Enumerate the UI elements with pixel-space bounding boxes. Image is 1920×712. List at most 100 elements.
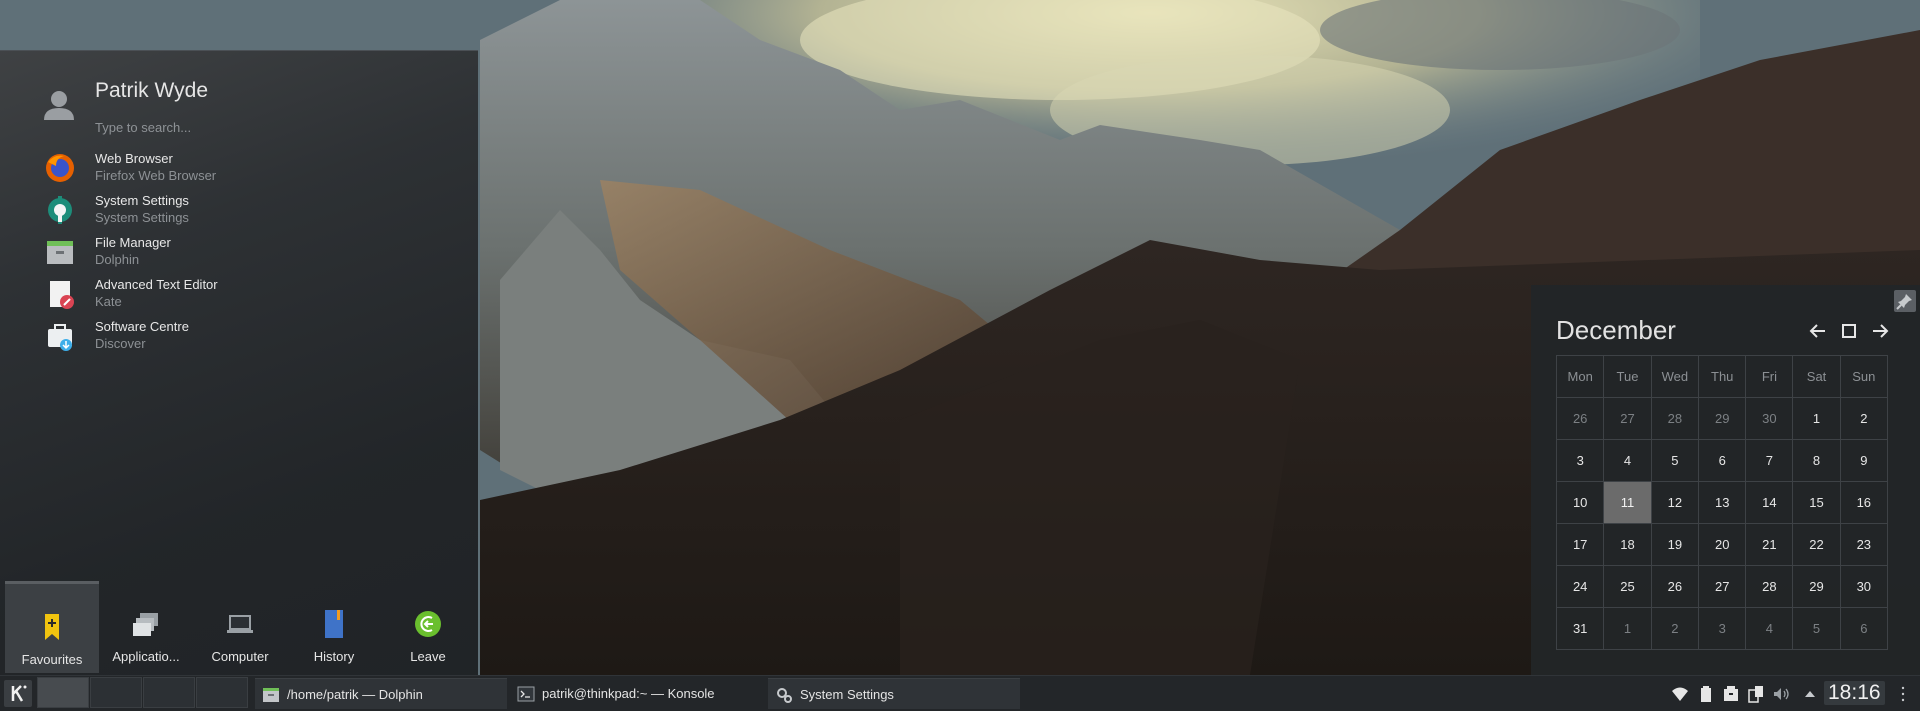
konsole-icon [517, 686, 535, 702]
task-label: patrik@thinkpad:~ — Konsole [542, 686, 715, 701]
calendar-day[interactable]: 6 [1698, 439, 1747, 482]
calendar-day[interactable]: 18 [1603, 523, 1652, 566]
device-notifier-icon[interactable] [1722, 685, 1740, 703]
task-system-settings[interactable]: System Settings [768, 678, 1020, 709]
favourite-text-editor[interactable]: Advanced Text Editor Kate [40, 274, 440, 314]
tab-favourites[interactable]: Favourites [5, 581, 99, 673]
calendar-day[interactable]: 26 [1650, 565, 1700, 608]
next-month-button[interactable] [1869, 320, 1891, 342]
calendar-day[interactable]: 3 [1698, 607, 1747, 650]
calendar-day[interactable]: 1 [1792, 397, 1841, 440]
calendar-day[interactable]: 4 [1603, 439, 1652, 482]
digital-clock[interactable]: 18:16 [1824, 681, 1885, 705]
dolphin-icon [263, 688, 279, 702]
calendar-day[interactable]: 5 [1650, 439, 1700, 482]
calendar-day[interactable]: 20 [1698, 523, 1747, 566]
task-dolphin[interactable]: /home/patrik — Dolphin [255, 678, 507, 709]
calendar-day[interactable]: 7 [1745, 439, 1794, 482]
virtual-desktop-3[interactable] [143, 677, 195, 708]
calendar-day[interactable]: 14 [1745, 481, 1794, 524]
user-avatar-icon[interactable] [40, 86, 78, 124]
tab-computer[interactable]: Computer [193, 581, 287, 673]
calendar-day[interactable]: 3 [1555, 439, 1605, 482]
bookmark-icon [45, 614, 59, 640]
calendar-day[interactable]: 30 [1745, 397, 1794, 440]
weekday-label: Thu [1698, 355, 1747, 398]
calendar-day[interactable]: 29 [1698, 397, 1747, 440]
favourite-subtitle: Firefox Web Browser [95, 168, 217, 183]
leave-icon [415, 611, 441, 637]
week-row: 24 25 26 27 28 29 30 [1555, 565, 1889, 608]
weekday-label: Tue [1603, 355, 1652, 398]
virtual-desktop-4[interactable] [196, 677, 248, 708]
tab-leave[interactable]: Leave [381, 581, 475, 673]
calendar-day[interactable]: 9 [1839, 439, 1889, 482]
wifi-icon[interactable] [1671, 685, 1689, 703]
calendar-day[interactable]: 28 [1650, 397, 1700, 440]
calendar-day[interactable]: 27 [1698, 565, 1747, 608]
calendar-day[interactable]: 10 [1555, 481, 1605, 524]
virtual-desktop-1[interactable] [37, 677, 89, 708]
kdeconnect-icon[interactable] [1747, 685, 1765, 703]
calendar-day[interactable]: 27 [1603, 397, 1652, 440]
panel-options-icon[interactable] [1900, 686, 1906, 702]
calendar-day[interactable]: 15 [1792, 481, 1841, 524]
settings-icon [777, 688, 792, 703]
favourite-subtitle: System Settings [95, 210, 189, 225]
tab-label: History [313, 649, 355, 664]
calendar-popup: December Mon Tue Wed Thu Fri Sat Sun 26 … [1531, 285, 1920, 675]
calendar-day[interactable]: 2 [1839, 397, 1889, 440]
calendar-grid: Mon Tue Wed Thu Fri Sat Sun 26 27 28 29 … [1555, 355, 1889, 650]
favourite-file-manager[interactable]: File Manager Dolphin [40, 232, 440, 272]
calendar-day[interactable]: 13 [1698, 481, 1747, 524]
application-launcher-button[interactable] [4, 680, 32, 707]
weekday-label: Mon [1555, 355, 1605, 398]
calendar-day-today[interactable]: 11 [1603, 481, 1652, 524]
expand-tray-icon[interactable] [1801, 685, 1819, 703]
calendar-day[interactable]: 22 [1792, 523, 1841, 566]
folder-icon [47, 241, 73, 264]
tab-history[interactable]: History [287, 581, 381, 673]
tab-label: Leave [410, 649, 446, 664]
favourite-title: File Manager [95, 235, 171, 250]
favourite-title: Software Centre [95, 319, 189, 334]
calendar-day[interactable]: 30 [1839, 565, 1889, 608]
today-button[interactable] [1838, 320, 1860, 342]
favourite-system-settings[interactable]: System Settings System Settings [40, 190, 440, 230]
computer-icon [227, 615, 253, 633]
pin-button[interactable] [1894, 290, 1916, 312]
calendar-day[interactable]: 17 [1555, 523, 1605, 566]
calendar-day[interactable]: 8 [1792, 439, 1841, 482]
favourite-software-centre[interactable]: Software Centre Discover [40, 316, 440, 356]
volume-icon[interactable] [1772, 685, 1790, 703]
calendar-day[interactable]: 2 [1650, 607, 1700, 650]
calendar-day[interactable]: 12 [1650, 481, 1700, 524]
calendar-day[interactable]: 5 [1792, 607, 1841, 650]
favourite-web-browser[interactable]: Web Browser Firefox Web Browser [40, 148, 440, 188]
calendar-day[interactable]: 29 [1792, 565, 1841, 608]
calendar-day[interactable]: 4 [1745, 607, 1794, 650]
week-row: 3 4 5 6 7 8 9 [1555, 439, 1889, 482]
week-row: 31 1 2 3 4 5 6 [1555, 607, 1889, 650]
calendar-day[interactable]: 19 [1650, 523, 1700, 566]
calendar-day[interactable]: 26 [1555, 397, 1605, 440]
calendar-day[interactable]: 28 [1745, 565, 1794, 608]
calendar-day[interactable]: 21 [1745, 523, 1794, 566]
software-centre-icon [48, 324, 72, 351]
week-row: 17 18 19 20 21 22 23 [1555, 523, 1889, 566]
calendar-day[interactable]: 31 [1555, 607, 1605, 650]
task-konsole[interactable]: patrik@thinkpad:~ — Konsole [510, 678, 762, 709]
calendar-day[interactable]: 16 [1839, 481, 1889, 524]
calendar-day[interactable]: 25 [1603, 565, 1652, 608]
settings-icon [48, 196, 72, 224]
previous-month-button[interactable] [1807, 320, 1829, 342]
calendar-day[interactable]: 23 [1839, 523, 1889, 566]
calendar-day[interactable]: 24 [1555, 565, 1605, 608]
calendar-day[interactable]: 1 [1603, 607, 1652, 650]
tab-applications[interactable]: Applicatio... [99, 581, 193, 673]
calendar-day[interactable]: 6 [1839, 607, 1889, 650]
virtual-desktop-2[interactable] [90, 677, 142, 708]
tab-label: Applicatio... [112, 649, 180, 664]
clipboard-icon[interactable] [1697, 685, 1715, 703]
search-input[interactable] [95, 117, 435, 137]
